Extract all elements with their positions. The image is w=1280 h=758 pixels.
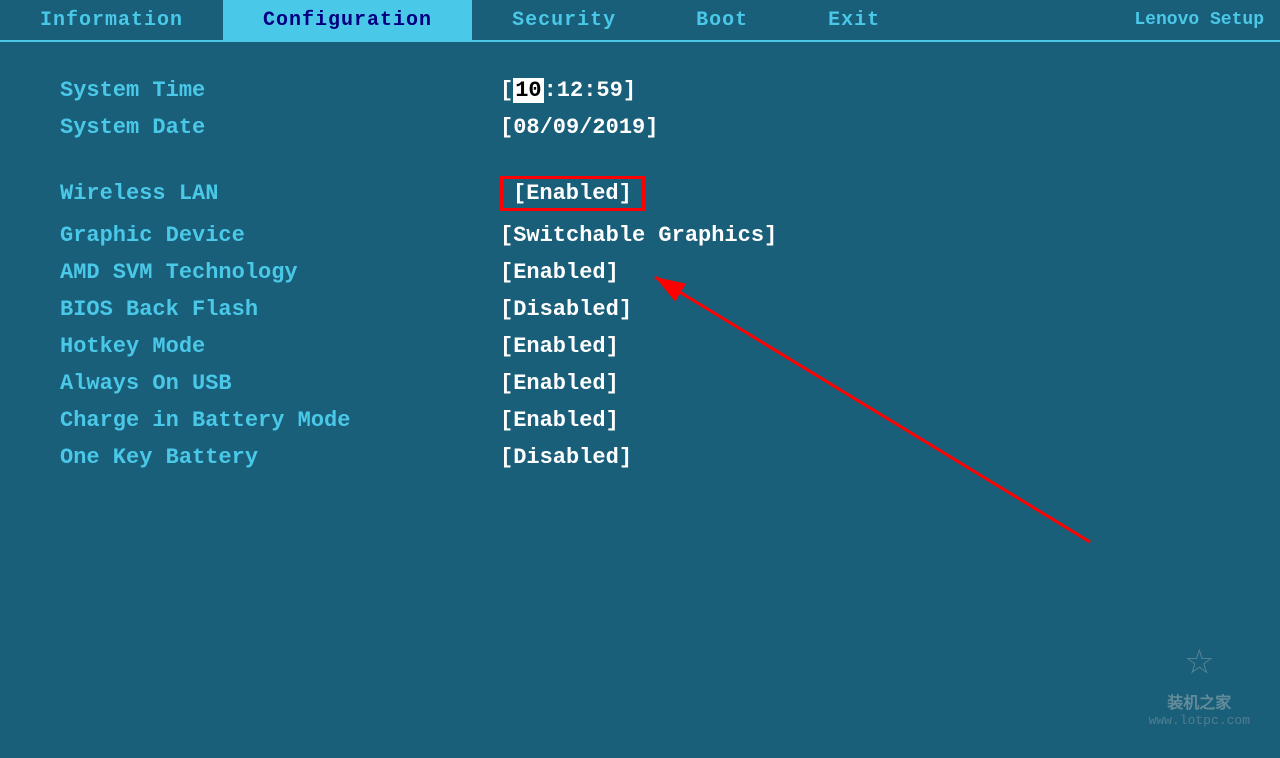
charge-battery-value[interactable]: [Enabled] <box>500 408 619 433</box>
main-content: System Time [10:12:59] System Date [08/0… <box>0 42 1280 506</box>
wireless-lan-row: Wireless LAN [Enabled] <box>60 170 1220 217</box>
nav-item-security[interactable]: Security <box>472 0 656 40</box>
system-date-row: System Date [08/09/2019] <box>60 109 1220 146</box>
system-time-value[interactable]: [10:12:59] <box>500 78 636 103</box>
nav-item-boot[interactable]: Boot <box>656 0 788 40</box>
nav-item-exit[interactable]: Exit <box>788 0 920 40</box>
nav-item-configuration[interactable]: Configuration <box>223 0 472 40</box>
always-on-usb-label: Always On USB <box>60 371 440 396</box>
system-time-cursor: 10 <box>513 78 543 103</box>
one-key-battery-row: One Key Battery [Disabled] <box>60 439 1220 476</box>
hotkey-mode-value[interactable]: [Enabled] <box>500 334 619 359</box>
charge-battery-label: Charge in Battery Mode <box>60 408 440 433</box>
system-date-value[interactable]: [08/09/2019] <box>500 115 658 140</box>
watermark-brand: 装机之家 <box>1167 689 1231 713</box>
watermark-icon: ☆ <box>1185 630 1214 689</box>
one-key-battery-label: One Key Battery <box>60 445 440 470</box>
system-date-label: System Date <box>60 115 440 140</box>
bios-back-flash-label: BIOS Back Flash <box>60 297 440 322</box>
nav-item-information[interactable]: Information <box>0 0 223 40</box>
charge-battery-row: Charge in Battery Mode [Enabled] <box>60 402 1220 439</box>
amd-svm-value[interactable]: [Enabled] <box>500 260 619 285</box>
amd-svm-label: AMD SVM Technology <box>60 260 440 285</box>
wireless-lan-label: Wireless LAN <box>60 181 440 206</box>
system-time-label: System Time <box>60 78 440 103</box>
config-table: System Time [10:12:59] System Date [08/0… <box>60 72 1220 476</box>
hotkey-mode-row: Hotkey Mode [Enabled] <box>60 328 1220 365</box>
hotkey-mode-label: Hotkey Mode <box>60 334 440 359</box>
always-on-usb-row: Always On USB [Enabled] <box>60 365 1220 402</box>
bios-back-flash-row: BIOS Back Flash [Disabled] <box>60 291 1220 328</box>
wireless-lan-value[interactable]: [Enabled] <box>500 176 645 211</box>
graphic-device-label: Graphic Device <box>60 223 440 248</box>
app-title: Lenovo Setup <box>1134 0 1280 40</box>
always-on-usb-value[interactable]: [Enabled] <box>500 371 619 396</box>
one-key-battery-value[interactable]: [Disabled] <box>500 445 632 470</box>
top-nav: Information Configuration Security Boot … <box>0 0 1280 42</box>
watermark-url: www.lotpc.com <box>1149 713 1250 728</box>
bios-back-flash-value[interactable]: [Disabled] <box>500 297 632 322</box>
amd-svm-row: AMD SVM Technology [Enabled] <box>60 254 1220 291</box>
graphic-device-value[interactable]: [Switchable Graphics] <box>500 223 777 248</box>
system-time-row: System Time [10:12:59] <box>60 72 1220 109</box>
watermark: ☆ 装机之家 www.lotpc.com <box>1149 630 1250 728</box>
graphic-device-row: Graphic Device [Switchable Graphics] <box>60 217 1220 254</box>
